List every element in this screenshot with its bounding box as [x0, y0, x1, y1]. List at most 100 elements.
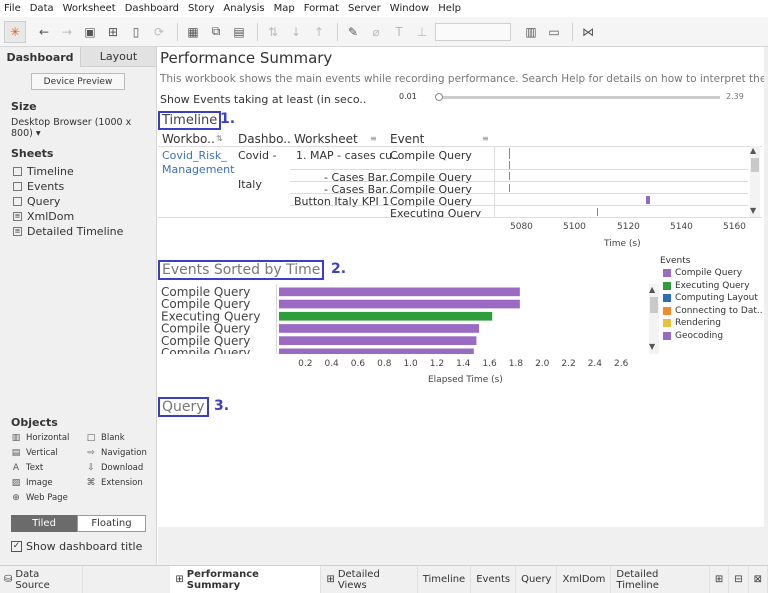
presentation-icon[interactable]: ▭	[544, 22, 564, 42]
column-header-workbook[interactable]: Workbo..	[162, 132, 215, 146]
tab-timeline[interactable]: Timeline	[418, 566, 472, 593]
tab-data-source[interactable]: ⛁ Data Source	[0, 566, 83, 593]
tab-detailed-timeline[interactable]: Detailed Timeline	[611, 566, 710, 593]
legend-item[interactable]: Executing Query	[663, 281, 750, 291]
timeline-mark[interactable]	[509, 172, 510, 180]
legend-item[interactable]: Geocoding	[663, 331, 723, 341]
swap-icon[interactable]: ⇅	[263, 22, 283, 42]
menu-worksheet[interactable]: Worksheet	[63, 3, 116, 14]
bar[interactable]	[279, 336, 477, 345]
menu-server[interactable]: Server	[348, 3, 381, 14]
fit-dropdown[interactable]	[435, 22, 511, 41]
sort-icon[interactable]: ≡	[482, 134, 489, 143]
object-web-page[interactable]: ⊕ Web Page	[11, 493, 68, 503]
menu-data[interactable]: Data	[30, 3, 54, 14]
new-dashboard-tab-icon[interactable]: ⊟	[729, 566, 749, 593]
legend-item[interactable]: Rendering	[663, 318, 721, 328]
object-vertical[interactable]: ▤ Vertical	[11, 448, 58, 458]
timeline-mark[interactable]	[509, 184, 510, 192]
save-icon[interactable]: ▣	[80, 22, 100, 42]
show-title-checkbox[interactable]: ✓ Show dashboard title	[11, 540, 142, 553]
clear-sheet-icon[interactable]: ▤	[229, 22, 249, 42]
menu-format[interactable]: Format	[304, 3, 339, 14]
tab-xmldom[interactable]: XmlDom	[557, 566, 612, 593]
tab-layout[interactable]: Layout	[80, 47, 156, 67]
sort-ascending-icon[interactable]: ↓	[286, 22, 306, 42]
new-story-tab-icon[interactable]: ⊠	[749, 566, 768, 593]
legend-item[interactable]: Computing Layout	[663, 293, 758, 303]
bar[interactable]	[279, 299, 520, 309]
timeline-mark[interactable]	[509, 161, 510, 169]
pause-updates-icon[interactable]: ▯	[126, 22, 146, 42]
object-navigation[interactable]: ⇨ Navigation	[86, 448, 147, 458]
menu-file[interactable]: File	[4, 3, 21, 14]
object-extension[interactable]: ⌘ Extension	[86, 478, 143, 488]
sort-icon[interactable]: ⇅	[216, 134, 223, 143]
menu-window[interactable]: Window	[390, 3, 429, 14]
share-icon[interactable]: ⋈	[578, 22, 598, 42]
new-worksheet-icon[interactable]: ▦	[183, 22, 203, 42]
bar[interactable]	[279, 324, 480, 333]
tiled-toggle[interactable]: Tiled	[11, 515, 77, 532]
object-blank[interactable]: □ Blank	[86, 433, 125, 443]
sheet-item-detailed-timeline[interactable]: ≡ Detailed Timeline	[13, 225, 123, 238]
column-header-worksheet[interactable]: Worksheet	[294, 132, 358, 146]
tab-query[interactable]: Query	[516, 566, 558, 593]
labels-icon[interactable]: T	[389, 22, 409, 42]
column-header-dashboard[interactable]: Dashbo..	[238, 132, 291, 146]
new-worksheet-tab-icon[interactable]: ⊞	[710, 566, 730, 593]
sheet-item-query[interactable]: Query	[13, 195, 60, 208]
scroll-up-icon[interactable]: ▲	[649, 285, 655, 294]
scroll-up-icon[interactable]: ▲	[750, 146, 756, 155]
floating-toggle[interactable]: Floating	[77, 515, 146, 532]
menu-story[interactable]: Story	[188, 3, 214, 14]
navigation-icon: ⇨	[87, 448, 95, 458]
timeline-mark[interactable]	[646, 196, 650, 204]
object-download[interactable]: ⇩ Download	[86, 463, 143, 473]
sort-descending-icon[interactable]: ↑	[309, 22, 329, 42]
forward-icon[interactable]: →	[57, 22, 77, 42]
object-image[interactable]: ▨ Image	[11, 478, 53, 488]
scroll-down-icon[interactable]: ▼	[649, 342, 655, 351]
timeline-mark[interactable]	[597, 208, 598, 216]
legend-item[interactable]: Compile Query	[663, 268, 742, 278]
legend-item[interactable]: Connecting to Dat..	[663, 306, 763, 316]
timeline-mark[interactable]	[509, 148, 510, 159]
duplicate-icon[interactable]: ⧉	[206, 22, 226, 42]
sheet-item-timeline[interactable]: Timeline	[13, 165, 74, 178]
new-data-source-icon[interactable]: ⊞	[103, 22, 123, 42]
back-icon[interactable]: ←	[34, 22, 54, 42]
group-icon[interactable]: ⌀	[366, 22, 386, 42]
workbook-cell[interactable]: Management	[162, 163, 234, 176]
tab-events[interactable]: Events	[471, 566, 517, 593]
tab-performance-summary[interactable]: ⊞ Performance Summary	[170, 566, 322, 593]
object-horizontal[interactable]: ▥ Horizontal	[11, 433, 70, 443]
filter-slider-track[interactable]	[440, 96, 720, 99]
menu-dashboard[interactable]: Dashboard	[125, 3, 179, 14]
filter-slider-handle[interactable]	[435, 93, 443, 101]
bar[interactable]	[279, 348, 474, 355]
tab-dashboard[interactable]: Dashboard	[0, 47, 80, 67]
scrollbar-thumb[interactable]	[650, 297, 658, 313]
tab-detailed-views[interactable]: ⊞ Detailed Views	[321, 566, 418, 593]
sort-icon[interactable]: ≡	[370, 134, 377, 143]
sheet-item-xmldom[interactable]: ≡ XmlDom	[13, 210, 74, 223]
menu-analysis[interactable]: Analysis	[223, 3, 264, 14]
bar[interactable]	[279, 311, 493, 321]
sheet-item-events[interactable]: Events	[13, 180, 64, 193]
device-preview-button[interactable]: Device Preview	[31, 73, 125, 90]
object-text[interactable]: A Text	[11, 463, 43, 473]
bar[interactable]	[279, 287, 520, 297]
highlight-icon[interactable]: ✎	[343, 22, 363, 42]
column-header-event[interactable]: Event	[390, 132, 424, 146]
pin-icon[interactable]: ⊥	[412, 22, 432, 42]
show-cards-icon[interactable]: ▥	[521, 22, 541, 42]
scrollbar-thumb[interactable]	[751, 158, 759, 172]
refresh-icon[interactable]: ⟳	[149, 22, 169, 42]
tableau-logo-icon[interactable]: ✳	[4, 20, 26, 43]
menu-help[interactable]: Help	[438, 3, 461, 14]
scroll-down-icon[interactable]: ▼	[750, 206, 756, 215]
workbook-cell[interactable]: Covid_Risk_	[162, 149, 227, 162]
size-dropdown[interactable]: Desktop Browser (1000 x 800) ▾	[11, 117, 156, 139]
menu-map[interactable]: Map	[274, 3, 295, 14]
